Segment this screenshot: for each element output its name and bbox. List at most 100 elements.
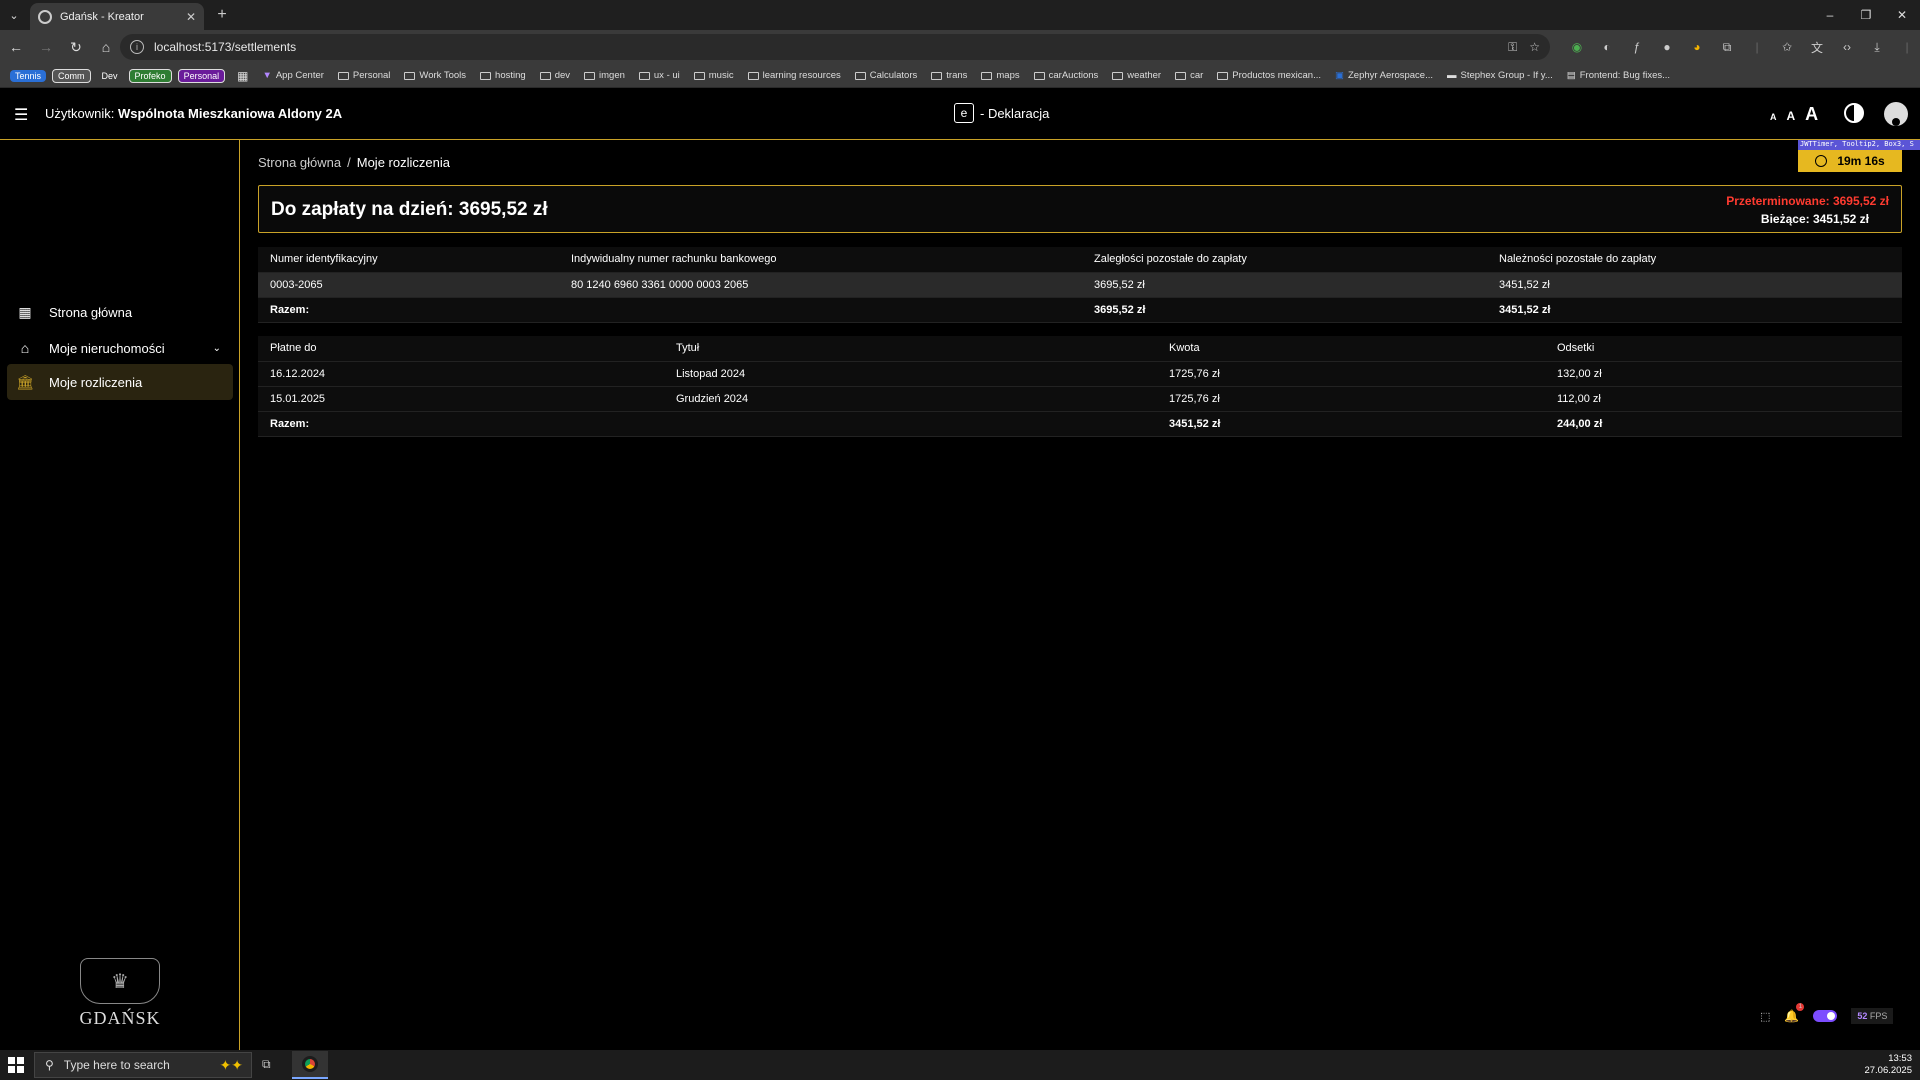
close-window-icon[interactable]: ✕ (1884, 0, 1920, 30)
restore-icon[interactable]: ❐ (1848, 0, 1884, 30)
table-row[interactable]: 16.12.2024 Listopad 2024 1725,76 zł 132,… (258, 361, 1902, 387)
account-avatar-icon[interactable] (1884, 102, 1908, 126)
bookmark-folder-personal[interactable]: Personal (337, 70, 390, 81)
minimize-icon[interactable]: – (1812, 0, 1848, 30)
tab-favicon-icon (38, 9, 52, 24)
bookmark-folder-work-tools[interactable]: Work Tools (404, 70, 466, 81)
devtools-toggle[interactable] (1813, 1010, 1838, 1022)
sidebar-item-properties[interactable]: ⌂ Moje nieruchomości ⌄ (7, 330, 233, 366)
sidebar-item-home[interactable]: ▦ Strona główna (7, 294, 233, 330)
brand-e-icon: e (954, 103, 974, 123)
apps-grid-icon[interactable]: ▦ (237, 69, 248, 83)
extension-green-icon[interactable]: ◉ (1568, 38, 1586, 56)
column-header: Tytuł (664, 336, 1157, 362)
sidebar-item-settlements[interactable]: 🏛 Moje rozliczenia (7, 364, 233, 400)
folder-icon (981, 71, 993, 80)
bookmark-pill-tennis[interactable]: Tennis (10, 69, 47, 82)
bookmark-frontend-bug[interactable]: ▤ Frontend: Bug fixes... (1567, 70, 1670, 81)
system-clock[interactable]: 13:53 27.06.2025 (1864, 1053, 1912, 1077)
column-header: Kwota (1157, 336, 1545, 362)
password-key-icon[interactable]: ⚿ (1508, 40, 1517, 55)
font-size-small-button[interactable]: A (1770, 112, 1777, 122)
bookmark-pill-comm[interactable]: Comm (52, 68, 91, 83)
extension-color-icon[interactable]: ◕ (1688, 38, 1706, 56)
bank-icon: 🏛 (16, 373, 34, 390)
table-header-row: Płatne do Tytuł Kwota Odsetki (258, 336, 1902, 362)
devtools-code-icon[interactable]: ‹› (1838, 38, 1856, 56)
address-bar[interactable]: i localhost:5173/settlements ⚿ ☆ (120, 34, 1550, 60)
breadcrumb-home-link[interactable]: Strona główna (258, 155, 341, 170)
menu-collapse-icon[interactable]: ☰ (14, 105, 28, 125)
back-arrow-icon[interactable]: ← (2, 33, 30, 61)
table-cell: 3695,52 zł (1082, 272, 1487, 298)
folder-icon (931, 71, 943, 80)
extension-circle-icon[interactable]: ● (1658, 38, 1676, 56)
font-size-medium-button[interactable]: A (1787, 109, 1796, 123)
bookmark-folder-car[interactable]: car (1175, 70, 1203, 81)
tab-title: Gdańsk - Kreator (60, 10, 144, 23)
brand-logo[interactable]: e - Deklaracja (954, 103, 1049, 123)
folder-icon (1217, 71, 1229, 80)
bookmark-zephyr[interactable]: ▣ Zephyr Aerospace... (1335, 70, 1433, 81)
inspect-cursor-icon[interactable]: ⬚ (1760, 1010, 1770, 1023)
contrast-toggle-icon[interactable] (1844, 103, 1864, 123)
bookmark-pill-dev[interactable]: Dev (96, 69, 123, 82)
chrome-taskbar-icon[interactable] (292, 1051, 328, 1079)
reading-list-icon[interactable]: ✩ (1778, 38, 1796, 56)
due-amount: Do zapłaty na dzień: 3695,52 zł (271, 199, 548, 220)
column-header: Indywidualny numer rachunku bankowego (559, 247, 1082, 273)
table-cell: 16.12.2024 (258, 361, 664, 387)
folder-icon (584, 71, 596, 80)
table-row[interactable]: 15.01.2025 Grudzień 2024 1725,76 zł 112,… (258, 386, 1902, 412)
browser-tab-active[interactable]: Gdańsk - Kreator ✕ (30, 3, 204, 30)
tab-close-icon[interactable]: ✕ (186, 10, 196, 24)
bookmark-star-icon[interactable]: ☆ (1529, 40, 1540, 55)
tab-search-chevron-icon[interactable]: ⌄ (4, 6, 24, 24)
task-view-icon[interactable]: ⧉ (262, 1057, 271, 1072)
extension-globe-icon[interactable]: ◐ (1598, 38, 1616, 56)
notification-badge: 1 (1796, 1003, 1805, 1011)
site-info-icon[interactable]: i (130, 40, 144, 54)
extension-icons: ◉ ◐ ƒ ● ◕ ⧉ | ✩ 文 ‹› ⤓ | ◉ ⋮ (1568, 38, 1920, 56)
bookmark-folder-calculators[interactable]: Calculators (854, 70, 917, 81)
bookmark-pill-profeko[interactable]: Profeko (128, 68, 172, 83)
bookmark-folder-maps[interactable]: maps (981, 70, 1020, 81)
bookmark-folder-music[interactable]: music (693, 70, 734, 81)
table-cell: 3451,52 zł (1157, 411, 1545, 437)
bookmark-pill-personal[interactable]: Personal (177, 68, 226, 83)
table-cell: 3695,52 zł (1082, 297, 1487, 323)
column-header: Odsetki (1545, 336, 1902, 362)
bookmark-app-center[interactable]: ▼ App Center (262, 70, 323, 81)
bookmark-folder-dev[interactable]: dev (539, 70, 570, 81)
bookmark-folder-trans[interactable]: trans (931, 70, 967, 81)
bookmark-stephex[interactable]: ▬ Stephex Group - If y... (1447, 70, 1553, 81)
forward-arrow-icon[interactable]: → (32, 33, 60, 61)
bookmark-folder-learning[interactable]: learning resources (747, 70, 841, 81)
home-icon[interactable]: ⌂ (92, 33, 120, 61)
taskbar-search-input[interactable]: ⚲ Type here to search ✦✦ (34, 1052, 252, 1078)
overdue-amount: Przeterminowane: 3695,52 zł (1726, 194, 1889, 208)
windows-start-icon[interactable] (8, 1057, 24, 1073)
reload-icon[interactable]: ↻ (62, 33, 90, 61)
extension-function-icon[interactable]: ƒ (1628, 38, 1646, 56)
new-tab-plus-icon[interactable]: + (212, 5, 232, 25)
bookmark-folder-weather[interactable]: weather (1112, 70, 1161, 81)
translate-icon[interactable]: 文 (1808, 38, 1826, 56)
extensions-puzzle-icon[interactable]: ⧉ (1718, 38, 1736, 56)
clock-time: 13:53 (1888, 1053, 1912, 1064)
bookmark-folder-carauctions[interactable]: carAuctions (1033, 70, 1098, 81)
font-size-large-button[interactable]: A (1805, 104, 1818, 125)
bookmark-folder-ux-ui[interactable]: ux - ui (638, 70, 680, 81)
table-header-row: Numer identyfikacyjny Indywidualny numer… (258, 247, 1902, 273)
breadcrumb: Strona główna / Moje rozliczenia (258, 155, 450, 170)
dashboard-icon: ▦ (18, 303, 32, 320)
table-row[interactable]: 0003-2065 80 1240 6960 3361 0000 0003 20… (258, 272, 1902, 298)
bookmark-folder-productos[interactable]: Productos mexican... (1217, 70, 1321, 81)
notification-bell-icon[interactable]: 🔔 1 (1784, 1003, 1805, 1023)
clock-icon (1815, 155, 1828, 167)
bookmark-folder-hosting[interactable]: hosting (480, 70, 526, 81)
bookmark-folder-imgen[interactable]: imgen (584, 70, 625, 81)
breadcrumb-separator: / (347, 155, 351, 170)
table-total-row: Razem: 3451,52 zł 244,00 zł (258, 411, 1902, 437)
download-icon[interactable]: ⤓ (1868, 38, 1886, 56)
